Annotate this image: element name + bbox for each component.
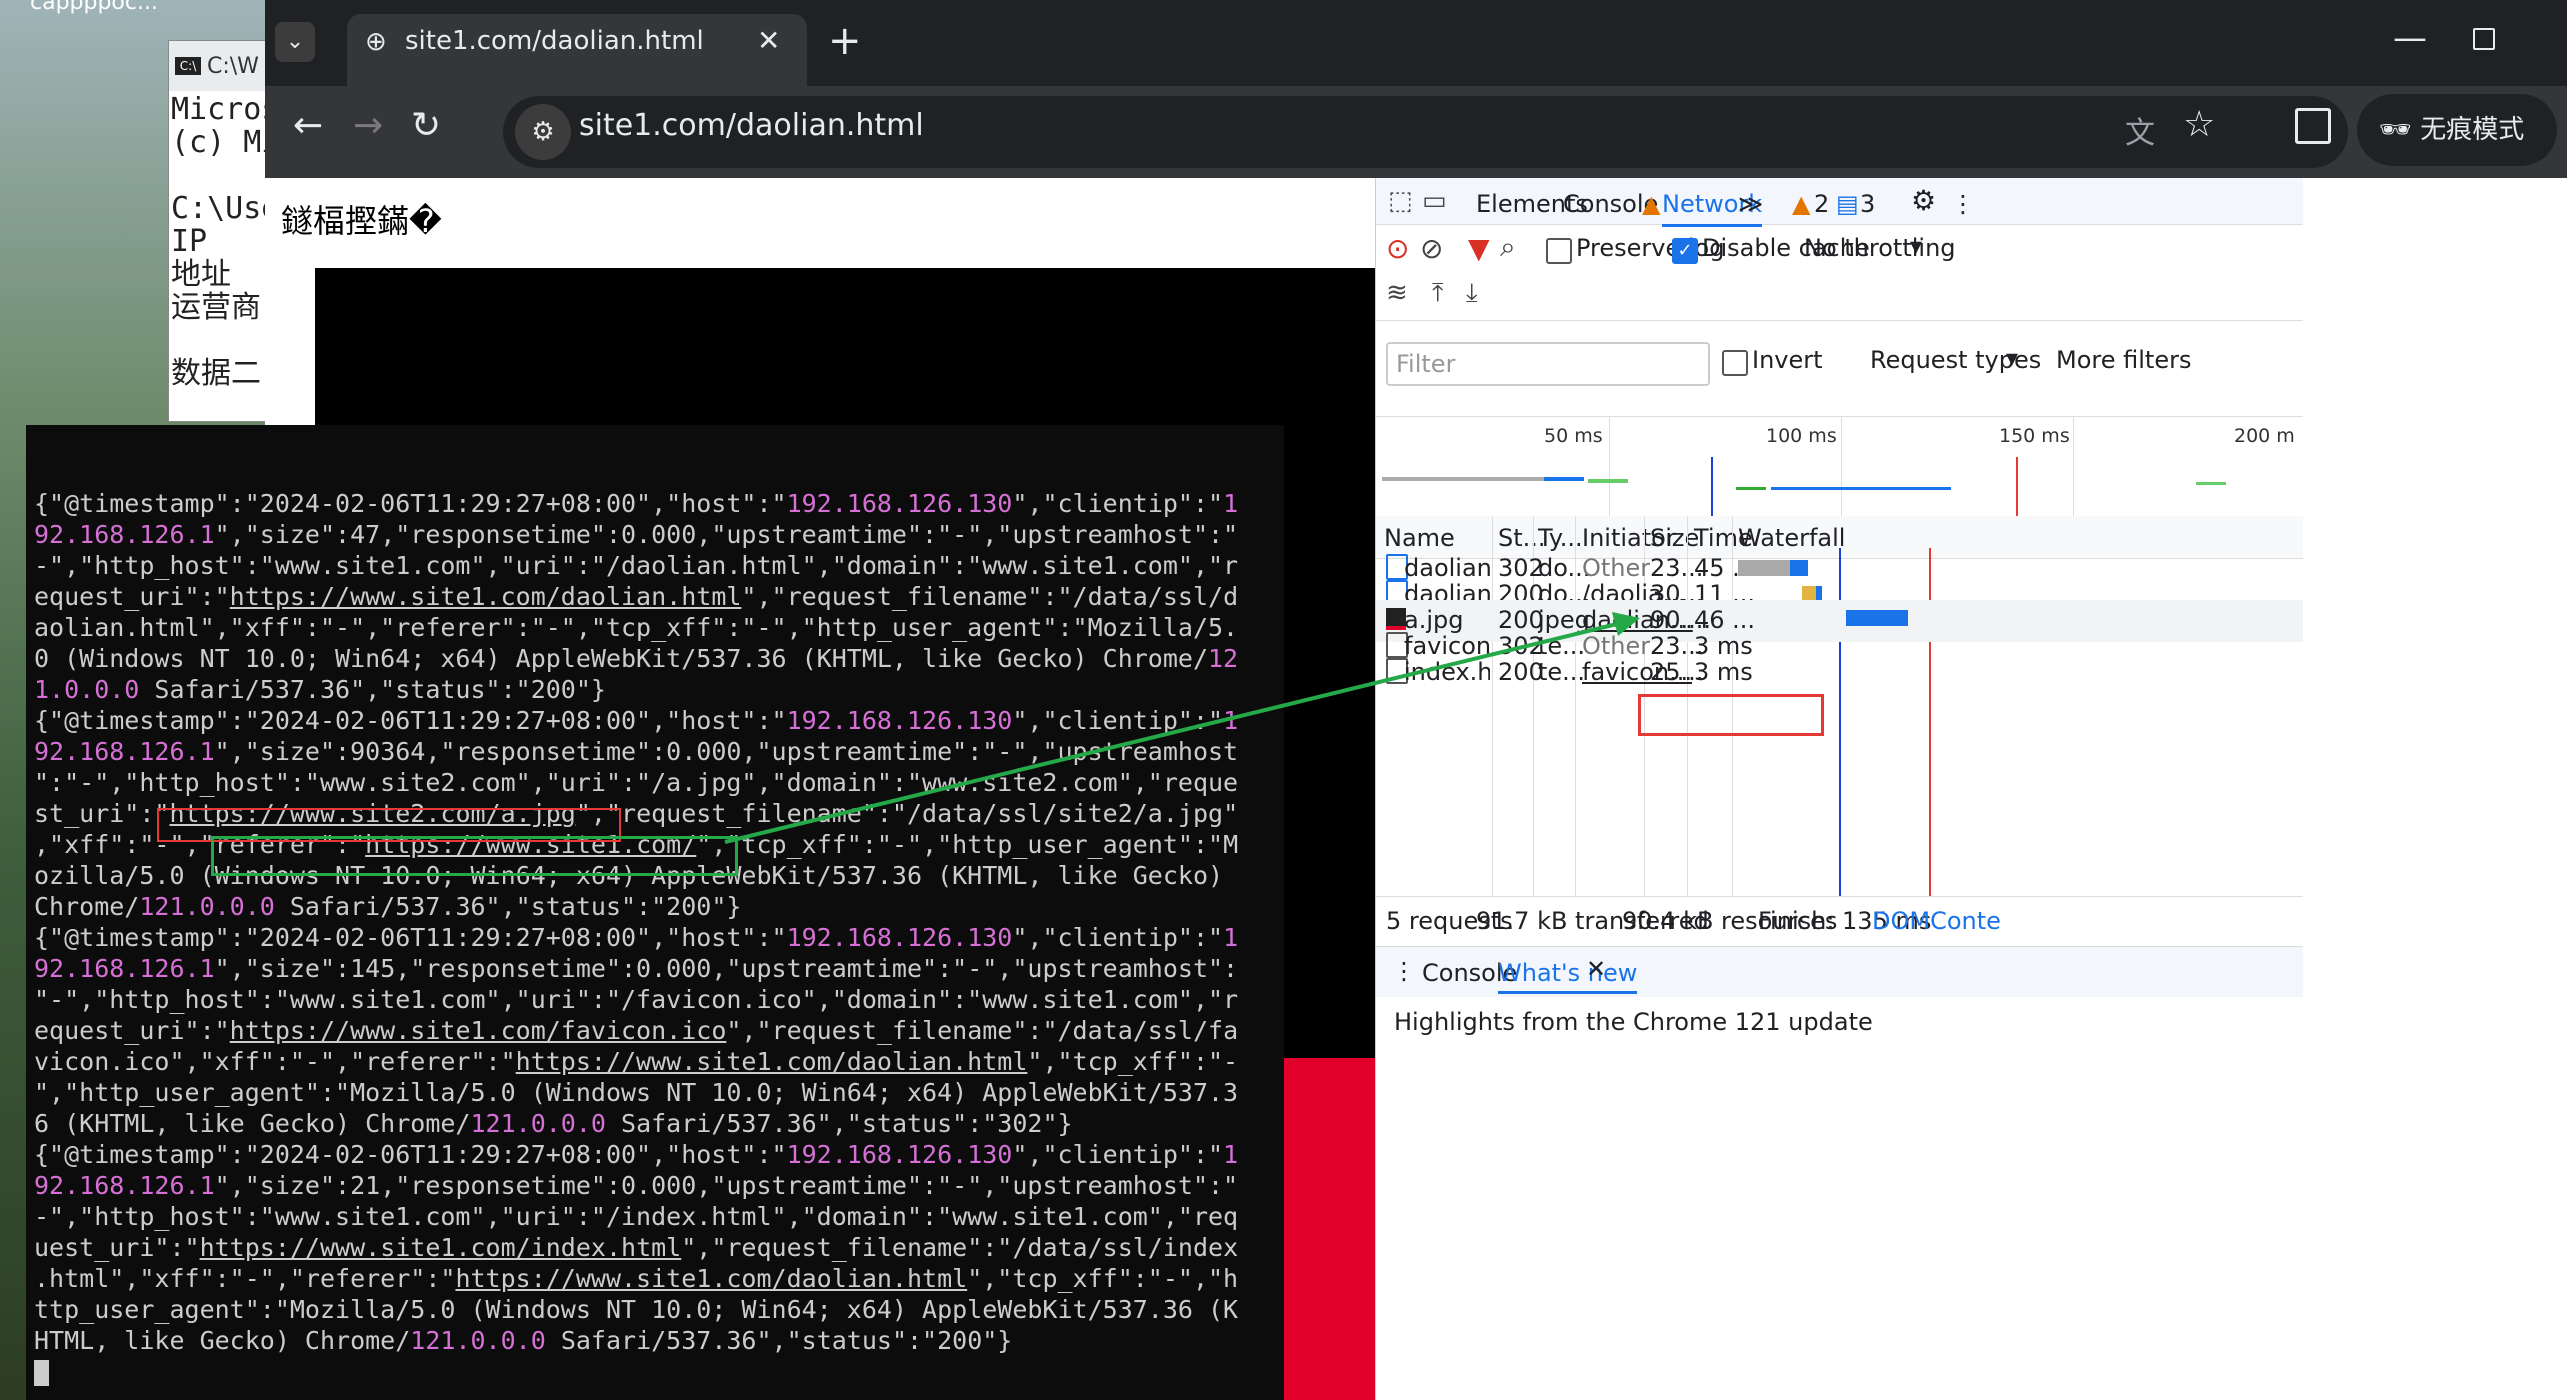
forward-arrow-icon[interactable]: → — [353, 105, 383, 146]
cmd-title-bar[interactable]: C:\ C:\W — [169, 41, 279, 91]
background-cmd-window[interactable]: C:\ C:\W Micros (c) Mi C:\Use IP 地址 运营商 … — [168, 40, 280, 422]
request-time: 3 ms — [1694, 658, 1753, 686]
more-filters-dropdown[interactable]: More filters — [2056, 346, 2191, 374]
tab-close-icon[interactable]: ✕ — [757, 24, 780, 57]
timeline-label-150: 150 ms — [1999, 425, 2070, 447]
incognito-label: 无痕模式 — [2420, 115, 2525, 145]
request-types-dropdown-icon[interactable]: ▾ — [2006, 344, 2018, 372]
timeline-label-100: 100 ms — [1766, 425, 1837, 447]
record-stop-icon[interactable]: ⊙ — [1386, 232, 1409, 265]
tab-favicon-globe-icon: ⊕ — [365, 27, 387, 57]
table-row[interactable]: index.html 200 te... favicon... 25... 3 … — [1376, 652, 2303, 694]
whats-new-headline: Highlights from the Chrome 121 update — [1394, 1008, 1873, 1036]
network-overview-timeline[interactable]: 50 ms 100 ms 150 ms 200 m — [1376, 416, 2303, 518]
warnings-count[interactable]: 2 — [1814, 190, 1829, 218]
window-minimize-icon[interactable]: — — [2393, 18, 2427, 58]
throttling-dropdown-icon[interactable]: ▾ — [1910, 232, 1922, 260]
export-har-download-icon[interactable]: ⤓ — [1466, 278, 1478, 309]
side-panel-icon[interactable] — [2295, 108, 2331, 144]
whats-new-panel: Highlights from the Chrome 121 update — [1376, 996, 2303, 1056]
drawer-tab-close-icon[interactable]: ✕ — [1586, 955, 1606, 983]
window-maximize-icon[interactable] — [2473, 28, 2495, 50]
request-type: te... — [1538, 658, 1586, 686]
cmd-output: Micros (c) Mi C:\Use IP 地址 运营商 数据二 — [169, 91, 279, 413]
inspect-element-icon[interactable]: ⬚ — [1388, 186, 1413, 216]
clear-icon[interactable]: ⊘ — [1420, 232, 1443, 265]
timeline-label-200: 200 m — [2234, 425, 2295, 447]
device-toolbar-icon[interactable]: ▭ — [1422, 186, 1447, 216]
more-options-icon[interactable]: ⋮ — [1951, 190, 1975, 218]
cmd-title: C:\W — [207, 53, 259, 79]
devtools-tab-bar: ⬚ ▭ Elements Console ▲ Network ≫ ▲ 2 ▤ 3… — [1376, 178, 2303, 227]
invert-checkbox[interactable] — [1722, 350, 1748, 376]
disable-cache-checkbox[interactable]: ✓ — [1672, 238, 1698, 264]
drawer-tab-whats-new[interactable]: What's new — [1498, 959, 1638, 994]
cmd-app-icon: C:\ — [175, 57, 201, 75]
terminal-cursor — [34, 1360, 49, 1386]
throttling-select[interactable]: No throttling — [1804, 234, 1956, 262]
network-request-table: Name St... Ty... Initiator Size Time Wat… — [1376, 516, 2303, 896]
search-icon[interactable]: ⌕ — [1500, 230, 1516, 264]
messages-count[interactable]: 3 — [1860, 190, 1875, 218]
reload-icon[interactable]: ↻ — [411, 105, 441, 146]
url-text[interactable]: site1.com/daolian.html — [579, 108, 924, 143]
translate-icon[interactable]: 文 — [2125, 108, 2155, 152]
preserve-log-checkbox[interactable] — [1546, 238, 1572, 264]
annotation-box-referer — [211, 836, 738, 876]
network-toolbar: ⊙ ⊘ ▼ ⌕ Preserve log ✓ Disable cache No … — [1376, 224, 2303, 272]
network-warning-icon: ▲ — [1642, 190, 1661, 218]
network-summary-bar: 5 requests 91.7 kB transferred 90.4 kB r… — [1376, 896, 2303, 947]
summary-domcontentloaded: DOMConte — [1872, 907, 2001, 935]
new-tab-plus-icon[interactable]: + — [828, 18, 862, 64]
page-heading: 鐩楅摼鏋� — [281, 202, 442, 240]
terminal-window[interactable]: {"@timestamp":"2024-02-06T11:29:27+08:00… — [26, 425, 1284, 1400]
warning-icon: ▲ — [1792, 190, 1811, 218]
more-tabs-icon[interactable]: ≫ — [1738, 190, 1763, 218]
drawer-menu-icon[interactable]: ⋮ — [1392, 957, 1416, 985]
desktop-label: cappppoc... — [30, 0, 158, 15]
waterfall-bar — [1846, 610, 1908, 626]
back-arrow-icon[interactable]: ← — [293, 105, 323, 146]
timeline-label-50: 50 ms — [1544, 425, 1603, 447]
tab-search-chevron-icon[interactable]: ⌄ — [275, 22, 315, 62]
incognito-badge[interactable]: 🕶 无痕模式 — [2357, 94, 2557, 166]
network-toolbar-secondary: ≋ ⤒ ⤓ — [1376, 272, 2303, 321]
network-conditions-wifi-icon[interactable]: ≋ — [1386, 278, 1408, 308]
request-name: index.html — [1404, 658, 1490, 686]
invert-label: Invert — [1752, 346, 1823, 374]
request-status: 200 — [1498, 658, 1544, 686]
bookmark-star-icon[interactable]: ☆ — [2183, 104, 2215, 145]
annotation-box-ajpg-row — [1638, 694, 1824, 736]
terminal-output: {"@timestamp":"2024-02-06T11:29:27+08:00… — [34, 488, 1284, 1387]
filter-funnel-icon[interactable]: ▼ — [1468, 232, 1490, 265]
devtools-panel: ⬚ ▭ Elements Console ▲ Network ≫ ▲ 2 ▤ 3… — [1375, 178, 2303, 1400]
tab-title: site1.com/daolian.html — [405, 26, 704, 56]
settings-gear-icon[interactable]: ⚙ — [1911, 184, 1936, 217]
message-icon: ▤ — [1836, 190, 1859, 218]
drawer-tab-bar: ⋮ Console What's new ✕ — [1376, 946, 2303, 997]
filter-input[interactable]: Filter — [1386, 342, 1710, 386]
site-info-icon[interactable]: ⚙ — [515, 104, 571, 160]
import-har-upload-icon[interactable]: ⤒ — [1432, 278, 1444, 309]
incognito-icon: 🕶 — [2379, 115, 2413, 145]
